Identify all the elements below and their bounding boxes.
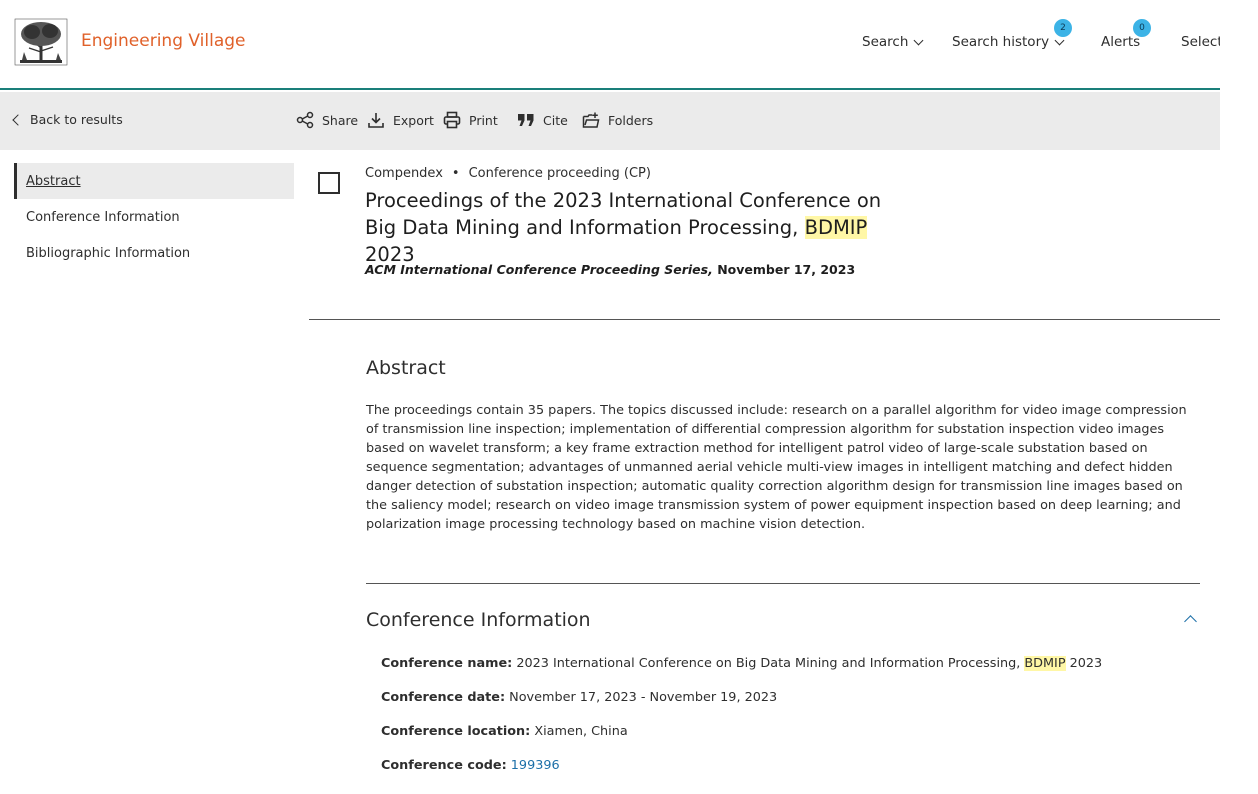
- nav-search[interactable]: Search: [862, 34, 924, 50]
- publication-date: November 17, 2023: [712, 262, 856, 277]
- printer-icon: [443, 111, 461, 129]
- nav-alerts-label: Alerts: [1101, 34, 1141, 50]
- folders-button[interactable]: Folders: [582, 111, 653, 129]
- alerts-count-badge: 0: [1133, 19, 1151, 37]
- nav-selected-label: Selected: [1181, 34, 1220, 50]
- abstract-body: The proceedings contain 35 papers. The t…: [366, 403, 1187, 532]
- conference-name-value: 2023 International Conference on Big Dat…: [512, 656, 1025, 671]
- nav-search-history-label: Search history: [952, 34, 1050, 50]
- select-record-checkbox[interactable]: [318, 172, 340, 194]
- sidebar-item-abstract[interactable]: Abstract: [14, 163, 294, 199]
- conference-date-label: Conference date:: [381, 690, 506, 705]
- conference-location-value: Xiamen, China: [530, 724, 628, 739]
- conference-name-label: Conference name:: [381, 656, 513, 671]
- conference-name-highlighted-term: BDMIP: [1024, 656, 1066, 671]
- folders-label: Folders: [608, 112, 654, 128]
- conference-code-row: Conference code: 199396: [381, 758, 560, 773]
- back-to-results-link[interactable]: Back to results: [10, 112, 123, 127]
- cite-label: Cite: [543, 112, 568, 128]
- search-history-count-badge: 2: [1054, 19, 1072, 37]
- conference-location-label: Conference location:: [381, 724, 531, 739]
- divider: [366, 583, 1200, 584]
- elsevier-logo-icon[interactable]: [14, 18, 68, 66]
- record-source: ACM International Conference Proceeding …: [365, 262, 855, 277]
- sidebar-item-conference-information[interactable]: Conference Information: [14, 199, 294, 235]
- separator-dot: •: [451, 166, 460, 181]
- record-meta: Compendex • Conference proceeding (CP): [365, 166, 651, 181]
- cite-button[interactable]: Cite: [517, 111, 568, 129]
- record-title: Proceedings of the 2023 International Co…: [365, 187, 885, 268]
- share-label: Share: [322, 112, 359, 128]
- folder-add-icon: [582, 112, 600, 128]
- sidebar-item-bibliographic-information[interactable]: Bibliographic Information: [14, 235, 294, 271]
- conference-name-row: Conference name: 2023 International Conf…: [381, 656, 1102, 671]
- top-header: Engineering Village Search Search histor…: [0, 0, 1220, 90]
- conference-location-row: Conference location: Xiamen, China: [381, 724, 628, 739]
- download-icon: [368, 113, 384, 128]
- chevron-left-icon: [12, 113, 24, 126]
- conference-code-link[interactable]: 199396: [511, 758, 560, 773]
- nav-alerts[interactable]: Alerts: [1101, 34, 1140, 50]
- nav-search-label: Search: [862, 34, 909, 50]
- record-toolbar: Back to results Share Export Print Cite: [0, 92, 1220, 150]
- abstract-heading: Abstract: [366, 357, 446, 379]
- series-name: ACM International Conference Proceeding …: [365, 262, 713, 277]
- conference-date-row: Conference date: November 17, 2023 - Nov…: [381, 690, 777, 705]
- document-type: Conference proceeding (CP): [468, 166, 651, 181]
- share-icon: [296, 111, 314, 129]
- nav-search-history[interactable]: Search history: [952, 34, 1065, 50]
- title-text: Proceedings of the 2023 International Co…: [365, 189, 882, 239]
- export-label: Export: [393, 112, 434, 128]
- database-name: Compendex: [365, 166, 443, 181]
- print-label: Print: [469, 112, 498, 128]
- title-highlighted-term: BDMIP: [804, 216, 868, 239]
- conference-information-heading: Conference Information: [366, 609, 591, 631]
- chevron-down-icon: [913, 35, 924, 45]
- conference-name-value-end: 2023: [1065, 656, 1103, 671]
- export-button[interactable]: Export: [367, 111, 434, 129]
- divider: [309, 319, 1220, 320]
- back-to-results-label: Back to results: [30, 112, 123, 127]
- brand-name[interactable]: Engineering Village: [81, 31, 246, 51]
- share-button[interactable]: Share: [296, 111, 358, 129]
- print-button[interactable]: Print: [443, 111, 498, 129]
- conference-date-value: November 17, 2023 - November 19, 2023: [505, 690, 778, 705]
- record-sidebar-nav: Abstract Conference Information Bibliogr…: [14, 163, 294, 271]
- chevron-up-icon[interactable]: [1184, 615, 1197, 628]
- nav-selected[interactable]: Selected: [1181, 34, 1220, 50]
- quote-icon: [518, 114, 534, 126]
- conference-code-label: Conference code:: [381, 758, 507, 773]
